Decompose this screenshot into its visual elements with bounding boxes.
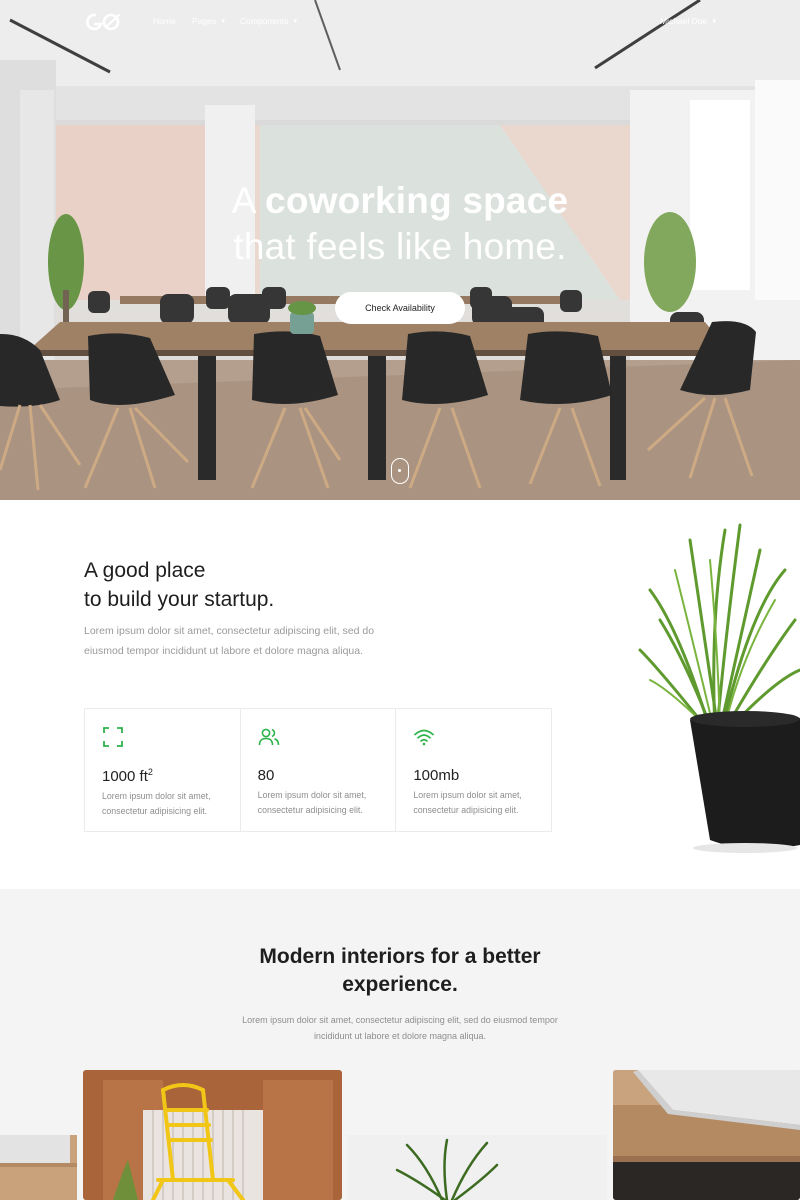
potted-plant-image bbox=[638, 523, 800, 853]
features-grid: 1000 ft2 Lorem ipsum dolor sit amet, con… bbox=[84, 708, 552, 832]
about-title-line2: to build your startup. bbox=[84, 588, 275, 611]
gallery-photo bbox=[613, 1070, 800, 1200]
wifi-icon bbox=[414, 729, 435, 746]
user-menu-dropdown[interactable]: Michael Doe ▼ bbox=[660, 16, 717, 26]
gallery-image-plant[interactable] bbox=[347, 1135, 607, 1200]
hero-section: Home Pages ▼ Components ▼ Michael Doe ▼ A c… bbox=[0, 0, 800, 500]
feature-description: Lorem ipsum dolor sit amet, consectetur … bbox=[257, 790, 367, 815]
about-title: A good place to build your startup. bbox=[84, 556, 274, 614]
gallery-photo bbox=[0, 1135, 77, 1200]
hero-title-part1: A bbox=[231, 180, 266, 221]
feature-card-internet: 100mb Lorem ipsum dolor sit amet, consec… bbox=[396, 709, 551, 831]
scroll-down-indicator[interactable] bbox=[391, 458, 409, 484]
about-title-line1: A good place bbox=[84, 559, 206, 582]
check-availability-button[interactable]: Check Availability bbox=[335, 292, 465, 324]
nav-home-label: Home bbox=[153, 16, 176, 26]
scroll-dot bbox=[398, 469, 401, 472]
feature-description: Lorem ipsum dolor sit amet, consectetur … bbox=[413, 790, 522, 815]
feature-description: Lorem ipsum dolor sit amet, consectetur … bbox=[102, 791, 211, 816]
feature-value-text: 80 bbox=[257, 767, 275, 784]
nav-pages-dropdown[interactable]: Pages ▼ bbox=[192, 16, 226, 26]
hero-title-bold: coworking space bbox=[265, 180, 569, 221]
modern-description: Lorem ipsum dolor sit amet, consectetur … bbox=[242, 1015, 558, 1041]
users-icon bbox=[258, 728, 279, 746]
gallery-photo bbox=[83, 1070, 342, 1200]
about-description: Lorem ipsum dolor sit amet, consectetur … bbox=[84, 625, 375, 657]
feature-value-text: 1000 ft bbox=[102, 768, 148, 785]
gallery-image-desk[interactable] bbox=[613, 1070, 800, 1200]
nav-components-dropdown[interactable]: Components ▼ bbox=[240, 16, 298, 26]
modern-interiors-section: Modern interiors for a better experience… bbox=[0, 889, 800, 1200]
caret-down-icon: ▼ bbox=[711, 19, 718, 25]
feature-card-area: 1000 ft2 Lorem ipsum dolor sit amet, con… bbox=[85, 709, 241, 831]
expand-icon bbox=[103, 727, 123, 747]
gallery-image-laptop-left[interactable] bbox=[0, 1135, 77, 1200]
feature-value-text: 100mb bbox=[413, 767, 460, 784]
gallery-image-yellow-chair[interactable] bbox=[83, 1070, 342, 1200]
caret-down-icon: ▼ bbox=[292, 19, 299, 25]
top-navbar: Home Pages ▼ Components ▼ Michael Doe ▼ bbox=[0, 0, 800, 44]
feature-value: 1000 ft2 bbox=[102, 767, 240, 785]
gallery-photo bbox=[347, 1135, 607, 1200]
nav-components-label: Components bbox=[240, 16, 289, 26]
feature-value-sup: 2 bbox=[147, 767, 153, 777]
go-logo[interactable] bbox=[84, 10, 122, 34]
feature-value: 100mb bbox=[413, 767, 551, 784]
modern-title: Modern interiors for a better experience… bbox=[259, 945, 541, 996]
nav-pages-label: Pages bbox=[192, 16, 217, 26]
user-name-label: Michael Doe bbox=[660, 16, 708, 26]
nav-home-link[interactable]: Home bbox=[153, 16, 176, 26]
feature-value: 80 bbox=[258, 767, 396, 784]
hero-title-line2: that feels like home. bbox=[233, 226, 567, 267]
hero-title: A coworking space that feels like home. bbox=[0, 178, 800, 270]
caret-down-icon: ▼ bbox=[220, 19, 227, 25]
feature-card-capacity: 80 Lorem ipsum dolor sit amet, consectet… bbox=[241, 709, 397, 831]
